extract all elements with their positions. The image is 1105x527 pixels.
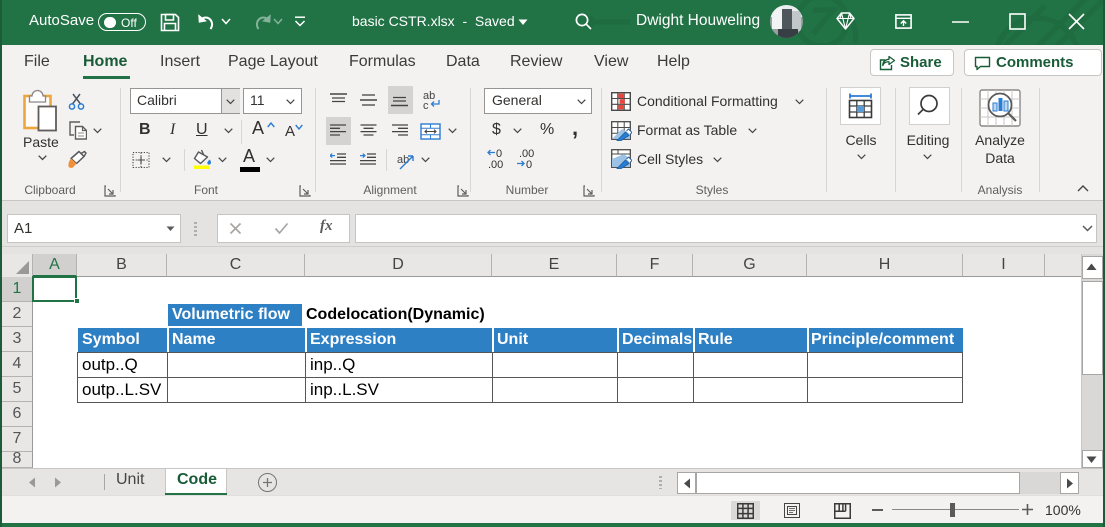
svg-text:0: 0 xyxy=(526,159,532,170)
svg-text:.00: .00 xyxy=(488,159,503,170)
svg-text:c: c xyxy=(423,100,429,110)
svg-text:ab: ab xyxy=(397,154,409,166)
